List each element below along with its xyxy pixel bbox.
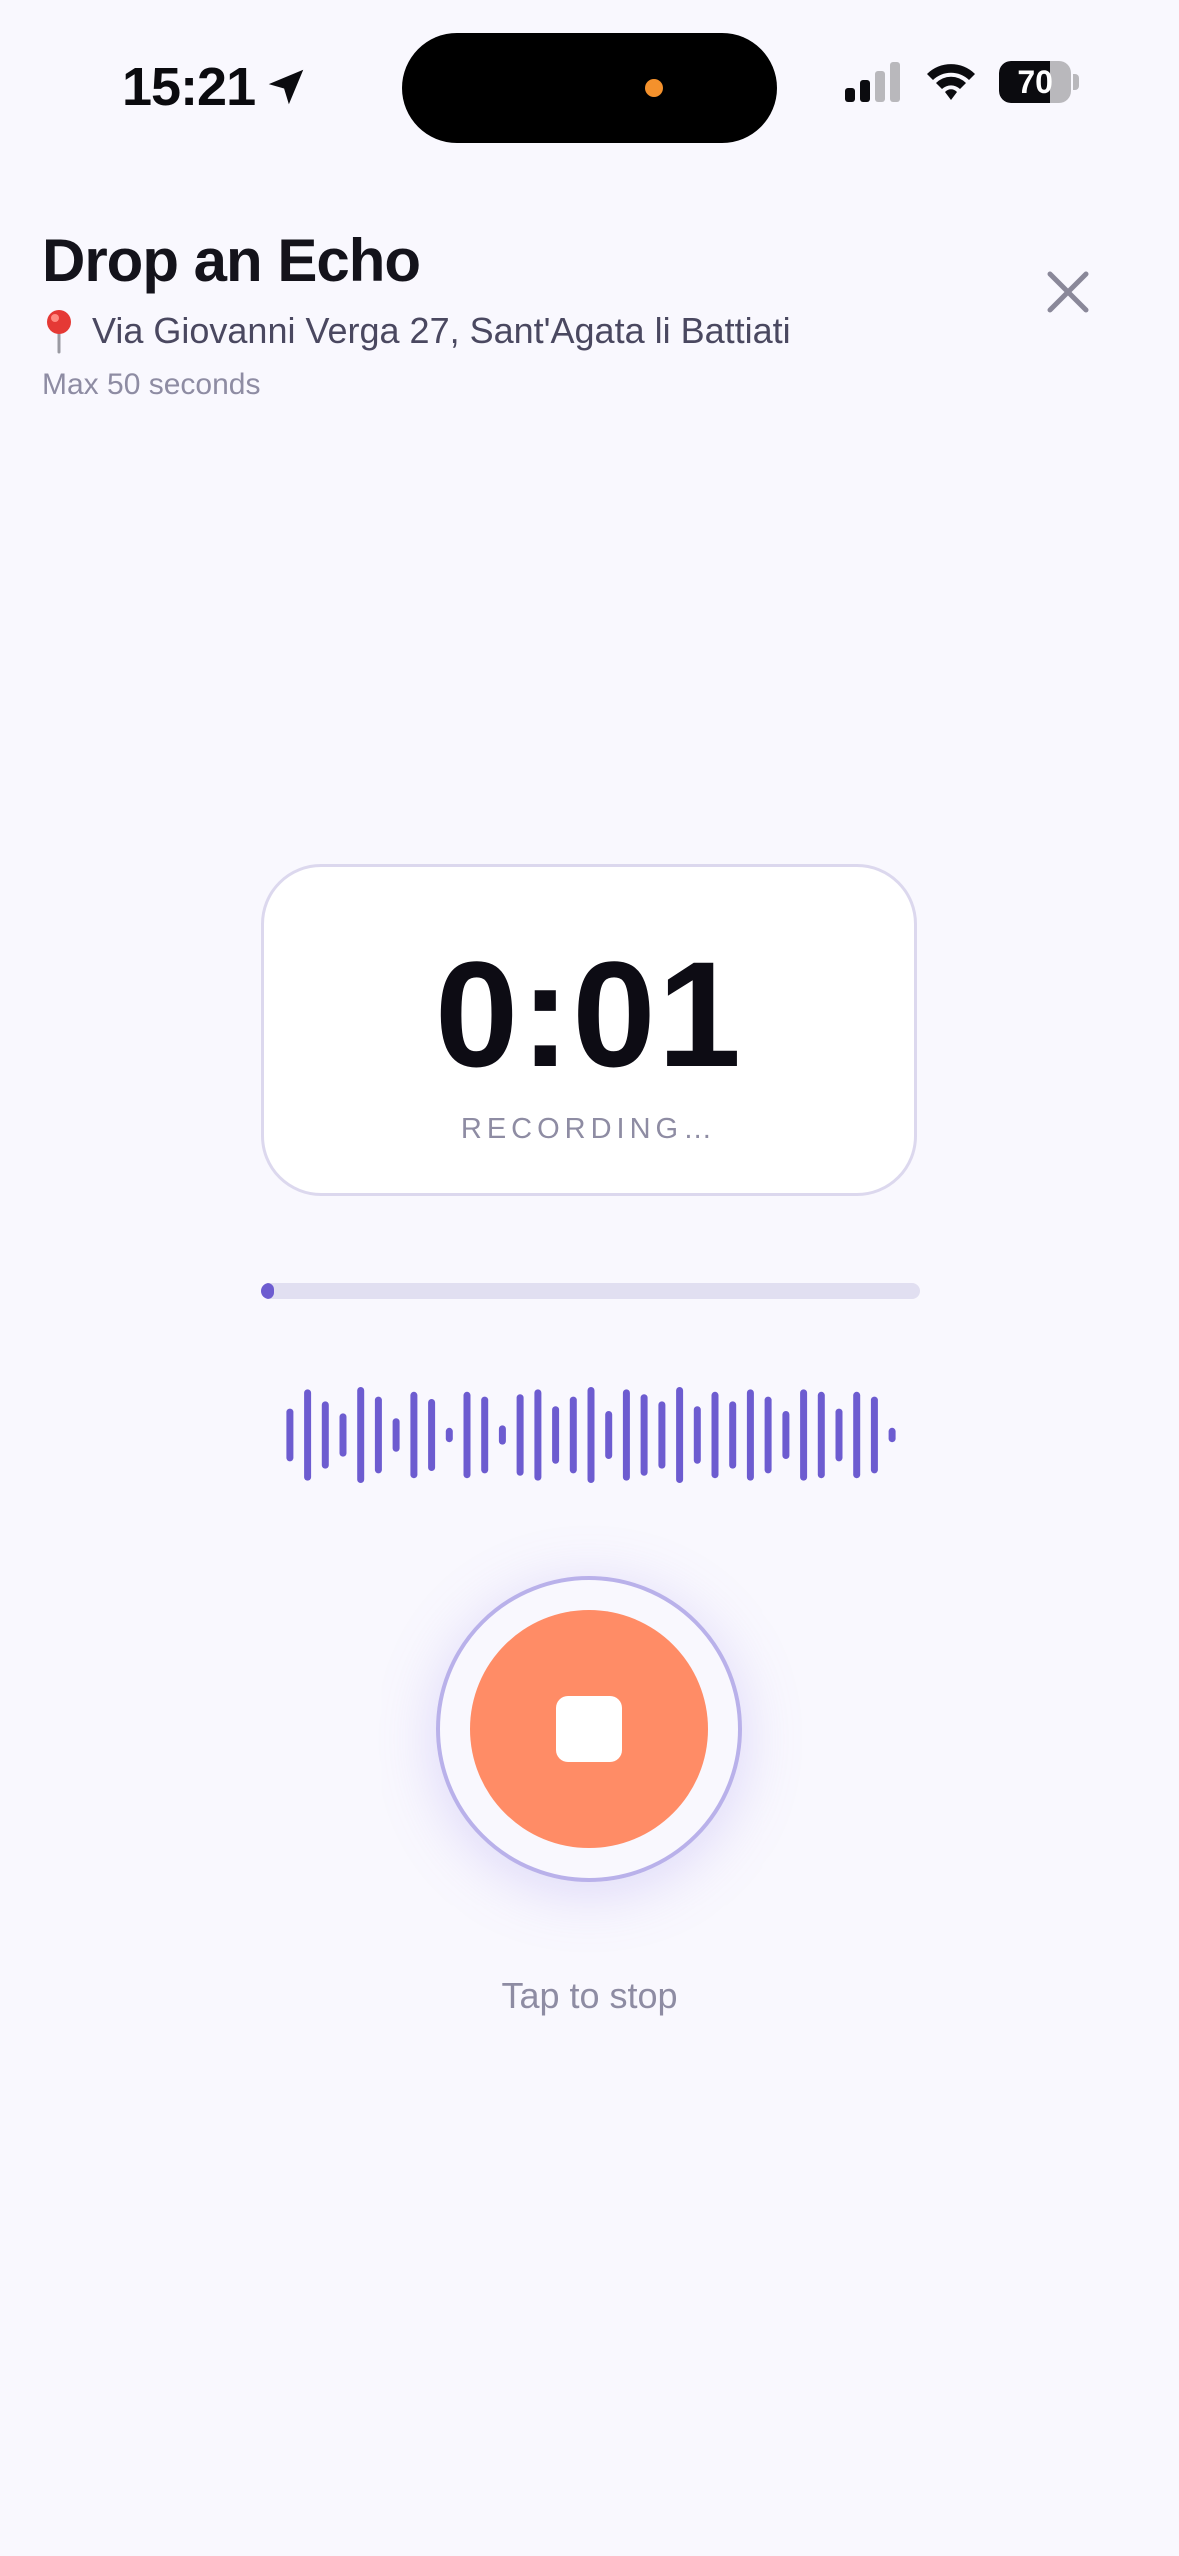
waveform-bar xyxy=(800,1389,808,1481)
header: Drop an Echo Via Giovanni Verga 27, Sant… xyxy=(42,220,1042,406)
battery-tip xyxy=(1073,74,1079,90)
waveform-bar xyxy=(304,1389,312,1481)
waveform-bar xyxy=(817,1391,825,1479)
waveform-bar xyxy=(729,1401,737,1469)
waveform-bar xyxy=(392,1418,400,1452)
waveform-bar xyxy=(410,1391,418,1479)
waveform-bar xyxy=(428,1399,436,1471)
recording-indicator-dot xyxy=(645,79,663,97)
waveform-bar xyxy=(357,1387,365,1483)
waveform-bar xyxy=(552,1406,560,1464)
waveform-bar xyxy=(782,1411,790,1459)
waveform-bar xyxy=(445,1427,453,1443)
waveform-bar xyxy=(481,1396,489,1474)
waveform-bar xyxy=(622,1389,630,1481)
status-time-group: 15:21 xyxy=(122,56,309,118)
recording-status: RECORDING… xyxy=(460,1113,718,1145)
dynamic-island xyxy=(402,33,777,143)
stop-hint: Tap to stop xyxy=(501,1975,678,2016)
waveform-bar xyxy=(534,1389,542,1481)
battery-icon: 70 xyxy=(999,60,1079,104)
recording-progress-bar xyxy=(261,1283,920,1299)
waveform-bar xyxy=(658,1401,666,1469)
page-title: Drop an Echo xyxy=(42,227,421,294)
max-duration: Max 50 seconds xyxy=(42,368,261,401)
waveform-bar xyxy=(676,1387,684,1483)
waveform-bar xyxy=(569,1396,577,1474)
stop-icon xyxy=(556,1696,622,1762)
location-line: Via Giovanni Verga 27, Sant'Agata li Bat… xyxy=(42,306,1042,356)
waveform-bar xyxy=(286,1408,294,1462)
timer-card: 0:01 RECORDING… xyxy=(261,864,917,1196)
pin-icon xyxy=(47,310,71,354)
waveform-bar xyxy=(339,1413,347,1457)
signal-icon xyxy=(845,62,900,102)
waveform-bar xyxy=(835,1408,843,1462)
waveform-bar xyxy=(605,1411,613,1459)
waveform-bar xyxy=(870,1396,878,1474)
battery-level: 70 xyxy=(1017,64,1053,100)
waveform-bar xyxy=(640,1394,648,1476)
audio-waveform xyxy=(286,1387,896,1483)
waveform-bar xyxy=(374,1396,382,1474)
close-button[interactable] xyxy=(1032,256,1104,328)
wifi-icon xyxy=(927,64,975,100)
battery-body: 70 xyxy=(999,61,1072,103)
status-indicators: 70 xyxy=(843,60,1079,104)
waveform-bar xyxy=(498,1425,506,1445)
status-bar: 15:21 70 xyxy=(0,0,1179,180)
waveform-bar xyxy=(746,1389,754,1481)
recording-progress-fill xyxy=(261,1283,275,1299)
location-address: Via Giovanni Verga 27, Sant'Agata li Bat… xyxy=(92,310,791,351)
close-icon xyxy=(1047,271,1089,313)
waveform-bar xyxy=(764,1396,772,1474)
status-time: 15:21 xyxy=(122,57,256,117)
elapsed-time: 0:01 xyxy=(434,930,744,1098)
waveform-bar xyxy=(693,1406,701,1464)
location-arrow-icon xyxy=(268,69,304,105)
waveform-bar xyxy=(516,1394,524,1476)
waveform-bar xyxy=(463,1391,471,1479)
waveform-bar xyxy=(321,1401,329,1469)
stop-button[interactable] xyxy=(470,1610,708,1848)
waveform-bar xyxy=(888,1427,896,1443)
waveform-bar xyxy=(853,1391,861,1479)
waveform-bar xyxy=(587,1387,595,1483)
waveform-bar xyxy=(711,1391,719,1479)
